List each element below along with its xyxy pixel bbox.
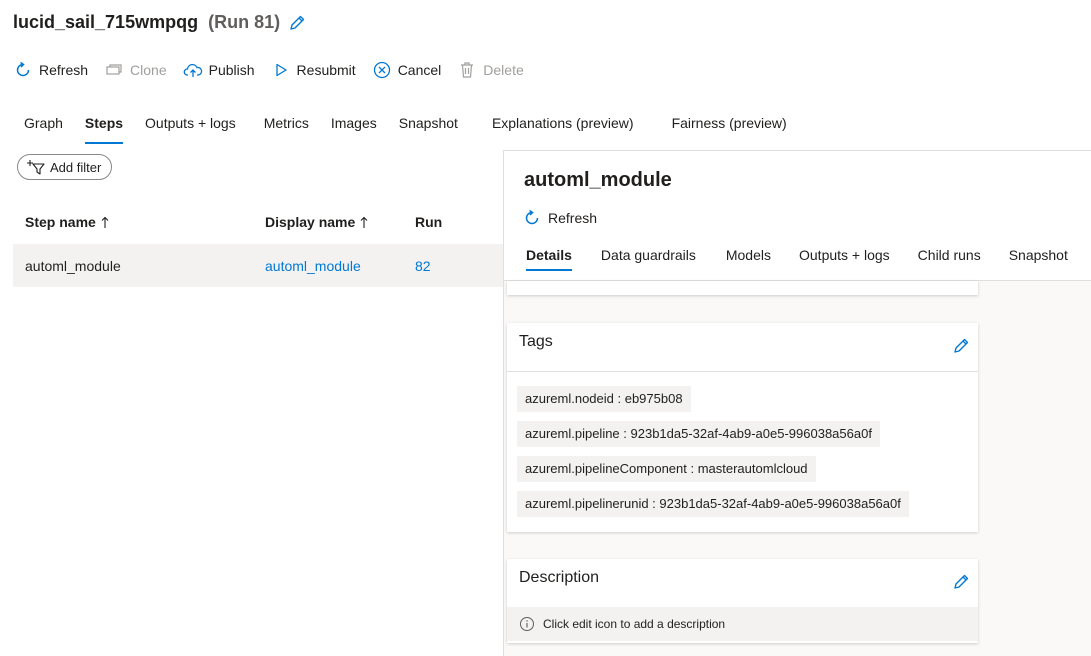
tag-nodeid: azureml.nodeid : eb975b08: [517, 386, 691, 412]
cancel-circle-icon: [372, 60, 392, 80]
tab-steps[interactable]: Steps: [74, 110, 134, 144]
column-header-run[interactable]: Run: [415, 200, 442, 244]
column-header-step-name[interactable]: Step name: [25, 200, 109, 244]
cloud-upload-icon: [183, 60, 203, 80]
edit-description-pencil-icon[interactable]: [952, 573, 970, 591]
run-name: lucid_sail_715wmpqg: [13, 12, 199, 32]
sort-up-arrow-icon: [360, 216, 368, 229]
resubmit-button[interactable]: Resubmit: [271, 58, 356, 82]
step-name-header-label: Step name: [25, 214, 96, 230]
display-name-link[interactable]: automl_module: [265, 244, 361, 287]
card-divider: [507, 371, 978, 372]
tags-card: Tags azureml.nodeid : eb975b08 azureml.p…: [507, 323, 978, 532]
edit-tags-pencil-icon[interactable]: [952, 337, 970, 355]
sort-up-arrow-icon: [101, 216, 109, 229]
clone-icon: [104, 60, 124, 80]
command-toolbar: Refresh Clone Publish Resubmit Cancel De…: [13, 58, 540, 82]
run-tabs: Graph Steps Outputs + logs Metrics Image…: [13, 110, 798, 144]
cancel-label: Cancel: [397, 62, 442, 78]
description-card: Description Click edit icon to add a des…: [507, 559, 978, 643]
tab-child-runs[interactable]: Child runs: [904, 240, 995, 276]
tab-metrics[interactable]: Metrics: [253, 110, 320, 144]
cancel-button[interactable]: Cancel: [372, 58, 442, 82]
delete-button[interactable]: Delete: [457, 58, 524, 82]
publish-button[interactable]: Publish: [183, 58, 255, 82]
tab-data-guardrails[interactable]: Data guardrails: [587, 240, 710, 276]
steps-table-header: Step name Display name Run: [13, 200, 503, 244]
tab-models[interactable]: Models: [712, 240, 785, 276]
run-number-link[interactable]: 82: [415, 244, 431, 287]
run-number: (Run 81): [208, 12, 281, 32]
run-header-label: Run: [415, 214, 443, 230]
clone-button[interactable]: Clone: [104, 58, 167, 82]
play-icon: [271, 60, 291, 80]
panel-refresh-label: Refresh: [548, 210, 598, 226]
refresh-button[interactable]: Refresh: [13, 58, 88, 82]
edit-run-name-pencil-icon[interactable]: [288, 14, 306, 32]
add-filter-label: Add filter: [50, 159, 102, 175]
tab-outputs-logs[interactable]: Outputs + logs: [785, 240, 904, 276]
panel-tabs: Details Data guardrails Models Outputs +…: [512, 240, 1082, 276]
tab-explanations[interactable]: Explanations (preview): [481, 110, 645, 144]
step-name-cell: automl_module: [25, 257, 121, 274]
refresh-icon: [13, 60, 33, 80]
tab-outputs-logs[interactable]: Outputs + logs: [134, 110, 247, 144]
tag-pipeline: azureml.pipeline : 923b1da5-32af-4ab9-a0…: [517, 421, 880, 447]
run-title: lucid_sail_715wmpqg (Run 81): [13, 12, 306, 33]
panel-header: automl_module Refresh Details Data guard…: [504, 151, 1091, 281]
tag-pipeline-component: azureml.pipelineComponent : masterautoml…: [517, 456, 816, 482]
resubmit-label: Resubmit: [296, 62, 356, 78]
tab-fairness[interactable]: Fairness (preview): [661, 110, 798, 144]
info-icon: [519, 616, 535, 632]
description-card-title: Description: [519, 569, 600, 586]
refresh-label: Refresh: [39, 62, 89, 78]
column-header-display-name[interactable]: Display name: [265, 200, 368, 244]
panel-title: automl_module: [524, 169, 672, 191]
trash-icon: [457, 60, 477, 80]
table-row[interactable]: automl_module automl_module 82: [13, 244, 503, 287]
step-details-panel: automl_module Refresh Details Data guard…: [503, 150, 1091, 656]
refresh-icon: [523, 209, 541, 227]
filter-add-icon: [26, 159, 46, 175]
add-filter-button[interactable]: Add filter: [17, 154, 113, 180]
tag-pipelinerunid: azureml.pipelinerunid : 923b1da5-32af-4a…: [517, 491, 909, 517]
delete-label: Delete: [483, 62, 524, 78]
description-hint-text: Click edit icon to add a description: [543, 617, 726, 631]
details-card-bottom: [507, 281, 978, 295]
tab-graph[interactable]: Graph: [13, 110, 74, 144]
publish-label: Publish: [208, 62, 255, 78]
tab-details[interactable]: Details: [512, 240, 586, 276]
panel-refresh-button[interactable]: Refresh: [523, 209, 597, 227]
clone-label: Clone: [130, 62, 167, 78]
tags-card-title: Tags: [519, 333, 553, 350]
tab-images[interactable]: Images: [320, 110, 388, 144]
description-hint: Click edit icon to add a description: [507, 607, 978, 641]
display-name-header-label: Display name: [265, 214, 356, 230]
tab-snapshot[interactable]: Snapshot: [388, 110, 469, 144]
tab-snapshot[interactable]: Snapshot: [995, 240, 1082, 276]
